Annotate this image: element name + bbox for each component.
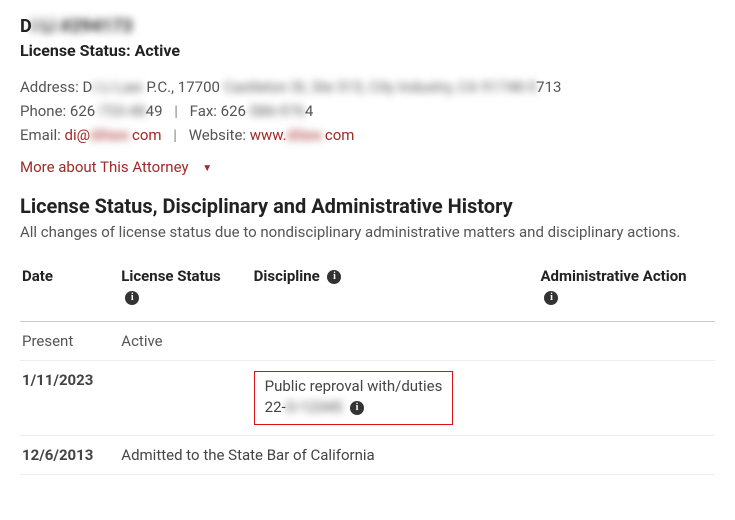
cell-date: Present bbox=[20, 321, 119, 360]
email-suffix: com bbox=[132, 126, 162, 144]
email-link[interactable]: di@diliaw.com bbox=[65, 126, 162, 144]
website-blur: dilaw. bbox=[287, 126, 325, 144]
phone-label: Phone: bbox=[20, 102, 66, 120]
col-header-date: Date bbox=[20, 258, 119, 321]
cell-admin bbox=[538, 321, 715, 360]
more-about-link[interactable]: More about This Attorney bbox=[20, 158, 189, 176]
phone-suffix: 49 bbox=[146, 102, 163, 120]
website-link[interactable]: www.dilaw.com bbox=[250, 126, 355, 144]
fax-label: Fax: bbox=[190, 102, 217, 120]
info-icon[interactable]: i bbox=[327, 270, 341, 284]
status-label: License Status: bbox=[20, 41, 131, 60]
more-about-row: More about This Attorney ▼ bbox=[20, 158, 715, 176]
address-suffix: 713 bbox=[536, 78, 561, 96]
website-prefix: www. bbox=[250, 126, 287, 144]
col-header-discipline: Discipline i bbox=[252, 258, 539, 321]
cell-status bbox=[119, 360, 251, 435]
address-rest-blur: Castleton St, Ste 515, City Industry, CA… bbox=[224, 78, 537, 96]
address-prefix: D bbox=[82, 78, 92, 96]
discipline-highlight: Public reproval with/duties 22-O-12345 i bbox=[254, 371, 454, 425]
col-header-admin: Administrative Action i bbox=[538, 258, 715, 321]
col-header-status: License Status i bbox=[119, 258, 251, 321]
cell-status-span: Admitted to the State Bar of California bbox=[119, 435, 715, 474]
email-blur: diliaw. bbox=[90, 126, 132, 144]
discipline-case: 22-O-12345 i bbox=[265, 397, 443, 418]
discipline-line1: Public reproval with/duties bbox=[265, 376, 443, 397]
phone-fax-line: Phone: 626-733-4849 | Fax: 626-586-9764 bbox=[20, 102, 715, 120]
cell-date: 12/6/2013 bbox=[20, 435, 119, 474]
fax-suffix: 4 bbox=[305, 102, 313, 120]
email-prefix: di@ bbox=[65, 126, 91, 144]
address-label: Address: bbox=[20, 78, 79, 96]
address-mid: P.C., 17700 bbox=[146, 78, 223, 96]
fax-blur: -586-976 bbox=[246, 102, 305, 120]
email-website-line: Email: di@diliaw.com | Website: www.dila… bbox=[20, 126, 715, 144]
separator: | bbox=[174, 102, 178, 120]
info-icon[interactable]: i bbox=[350, 401, 364, 415]
info-icon[interactable]: i bbox=[125, 291, 139, 305]
website-label: Website: bbox=[189, 126, 246, 144]
cell-admin bbox=[538, 360, 715, 435]
address-firm-blur: i Li Law bbox=[92, 78, 146, 96]
cell-discipline: Public reproval with/duties 22-O-12345 i bbox=[252, 360, 539, 435]
license-status-line: License Status: Active bbox=[20, 41, 715, 60]
case-prefix: 22- bbox=[265, 398, 286, 416]
history-section-title: License Status, Disciplinary and Adminis… bbox=[20, 194, 715, 218]
phone-blur: -733-48 bbox=[95, 102, 145, 120]
history-section-desc: All changes of license status due to non… bbox=[20, 222, 715, 242]
attorney-name: Di Li #294173 bbox=[20, 16, 715, 37]
phone-prefix: 626 bbox=[70, 102, 95, 120]
chevron-down-icon: ▼ bbox=[202, 163, 212, 174]
info-icon[interactable]: i bbox=[544, 291, 558, 305]
address-line: Address: Di Li Law P.C., 17700 Castleton… bbox=[20, 78, 715, 96]
separator: | bbox=[173, 126, 177, 144]
table-row: 12/6/2013 Admitted to the State Bar of C… bbox=[20, 435, 715, 474]
table-row: 1/11/2023 Public reproval with/duties 22… bbox=[20, 360, 715, 435]
name-blurred: i Li #294173 bbox=[32, 16, 133, 37]
status-value: Active bbox=[135, 41, 180, 60]
case-blur: O-12345 bbox=[286, 398, 343, 416]
cell-discipline bbox=[252, 321, 539, 360]
history-table: Date License Status i Discipline i Admin… bbox=[20, 258, 715, 475]
fax-prefix: 626 bbox=[221, 102, 246, 120]
name-prefix: D bbox=[20, 16, 32, 37]
cell-status: Active bbox=[119, 321, 251, 360]
table-row: Present Active bbox=[20, 321, 715, 360]
cell-date: 1/11/2023 bbox=[20, 360, 119, 435]
website-suffix: com bbox=[325, 126, 355, 144]
email-label: Email: bbox=[20, 126, 61, 144]
